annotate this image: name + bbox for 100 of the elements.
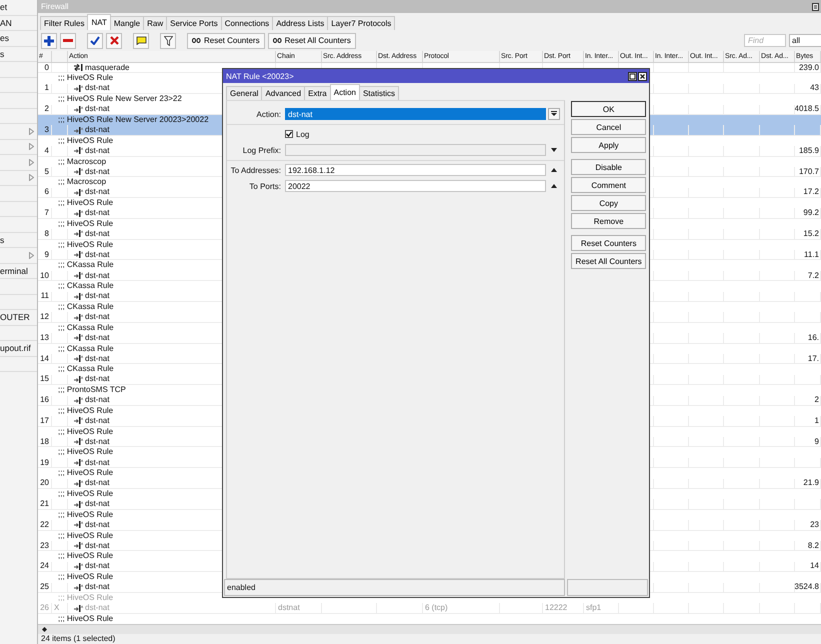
table-cell: 170.7: [798, 166, 819, 176]
table-cell: dst-nat: [85, 374, 110, 384]
rule-comment: ;;; HiveOS Rule New Server 23>22: [58, 94, 182, 104]
tab[interactable]: Address Lists: [272, 16, 328, 30]
menu-item[interactable]: et: [0, 0, 37, 16]
tab[interactable]: Service Ports: [166, 16, 222, 30]
table-cell: 11: [40, 292, 49, 301]
arrow-bar-icon: [74, 251, 83, 258]
dialog-button[interactable]: OK: [571, 101, 646, 117]
dialog-button[interactable]: Copy: [571, 195, 646, 211]
window-title: Firewall: [41, 2, 69, 11]
dialog-button[interactable]: Reset Counters: [571, 235, 646, 251]
tab[interactable]: NAT: [87, 14, 111, 30]
table-cell: dst-nat: [85, 84, 110, 94]
enable-button[interactable]: [87, 32, 103, 48]
reset-button[interactable]: Reset Counters: [187, 32, 265, 48]
table-cell: 16: [40, 396, 49, 405]
table-cell: 12: [40, 312, 49, 322]
table-cell: 7: [44, 208, 49, 218]
tab[interactable]: Connections: [220, 16, 274, 30]
counter-icon: [192, 38, 201, 43]
arrow-bar-icon: [74, 396, 83, 404]
menu-item[interactable]: AN: [0, 16, 37, 31]
arrow-bar-icon: [74, 168, 83, 176]
remove-button[interactable]: [60, 32, 76, 48]
close-icon[interactable]: [638, 72, 647, 80]
arrow-bar-icon: [74, 106, 83, 113]
table-cell: 3524.8: [795, 582, 819, 592]
dialog-title: NAT Rule <20023>: [226, 72, 294, 80]
table-cell: sfp1: [586, 603, 602, 613]
filter-dropdown[interactable]: all: [789, 34, 821, 47]
menu-item[interactable]: s: [0, 232, 37, 248]
table-cell: dst-nat: [85, 582, 110, 592]
tab[interactable]: Layer7 Protocols: [327, 16, 396, 30]
menu-item[interactable]: es: [0, 31, 37, 46]
filter-button[interactable]: [160, 32, 176, 48]
input-field[interactable]: 20022: [285, 180, 546, 192]
table-cell: dst-nat: [85, 312, 110, 322]
table-cell: dst-nat: [85, 104, 110, 114]
checkbox[interactable]: [285, 130, 293, 138]
menu-item[interactable]: upout.rif: [0, 341, 37, 356]
up-triangle-icon: [551, 184, 557, 188]
check-icon: [90, 36, 100, 45]
comment-row[interactable]: ;;; HiveOS Rule: [38, 614, 821, 624]
menu-item[interactable]: erminal: [0, 264, 37, 279]
rule-comment: ;;; ProntoSMS TCP: [58, 385, 126, 394]
find-field[interactable]: Find: [744, 34, 786, 47]
table-cell: 43: [810, 84, 819, 94]
scrollbar[interactable]: [38, 624, 821, 634]
table-cell: 21: [40, 499, 49, 509]
rule-comment: ;;; HiveOS Rule: [58, 614, 114, 623]
dialog-button[interactable]: Cancel: [571, 119, 646, 135]
tab[interactable]: Action: [330, 84, 360, 100]
table-cell: 14: [810, 562, 819, 572]
disable-button[interactable]: [106, 32, 122, 48]
rule-comment: ;;; CKassa Rule: [58, 322, 114, 332]
caret-icon: [551, 111, 557, 117]
dialog-button[interactable]: Remove: [571, 213, 646, 229]
reset-button[interactable]: Reset All Counters: [268, 32, 356, 48]
input-field[interactable]: 192.168.1.12: [285, 164, 546, 176]
table-cell: dst-nat: [85, 437, 110, 446]
arrow-bar-icon: [74, 438, 83, 446]
table-cell: 14: [40, 354, 49, 364]
rule-comment: ;;; CKassa Rule: [58, 364, 114, 374]
tab[interactable]: General: [226, 86, 262, 100]
add-button[interactable]: [41, 32, 57, 48]
arrow-bar-icon: [74, 355, 83, 362]
tab[interactable]: Advanced: [261, 86, 306, 100]
dropdown-button[interactable]: [548, 108, 560, 120]
tab[interactable]: Extra: [304, 86, 331, 100]
table-cell: dst-nat: [85, 499, 110, 509]
arrow-bar-icon: [74, 292, 83, 300]
submenu-arrow-icon: [29, 128, 34, 135]
menu-item[interactable]: OUTER: [0, 310, 37, 326]
tab[interactable]: Mangle: [110, 16, 144, 30]
rule-comment: ;;; HiveOS Rule: [58, 510, 114, 519]
maximize-icon[interactable]: [628, 72, 637, 80]
rule-comment: ;;; HiveOS Rule: [58, 572, 114, 582]
rule-comment: ;;; HiveOS Rule: [58, 426, 114, 436]
tab[interactable]: Raw: [143, 16, 168, 30]
status-text: enabled: [224, 579, 565, 596]
dialog-button[interactable]: Comment: [571, 177, 646, 193]
table-cell: 13: [40, 333, 49, 343]
rule-comment: ;;; HiveOS Rule: [58, 489, 114, 498]
table-cell: dst-nat: [85, 520, 110, 530]
arrow-bar-icon: [74, 272, 83, 279]
comment-button[interactable]: [133, 32, 149, 48]
tab[interactable]: Filter Rules: [40, 16, 88, 30]
menu-item[interactable]: s: [0, 46, 37, 62]
arrow-bar-icon: [74, 562, 83, 570]
scroll-thumb-icon[interactable]: [42, 626, 47, 632]
table-cell: dst-nat: [85, 146, 110, 156]
dialog-button[interactable]: Apply: [571, 137, 646, 153]
dialog-button[interactable]: Reset All Counters: [571, 253, 646, 269]
tab[interactable]: Statistics: [358, 86, 399, 100]
action-dropdown[interactable]: dst-nat: [285, 108, 546, 120]
table-cell: 7.2: [808, 270, 819, 280]
table-cell: 5: [44, 166, 49, 176]
dialog-button[interactable]: Disable: [571, 159, 646, 175]
window-icon[interactable]: [812, 2, 819, 10]
